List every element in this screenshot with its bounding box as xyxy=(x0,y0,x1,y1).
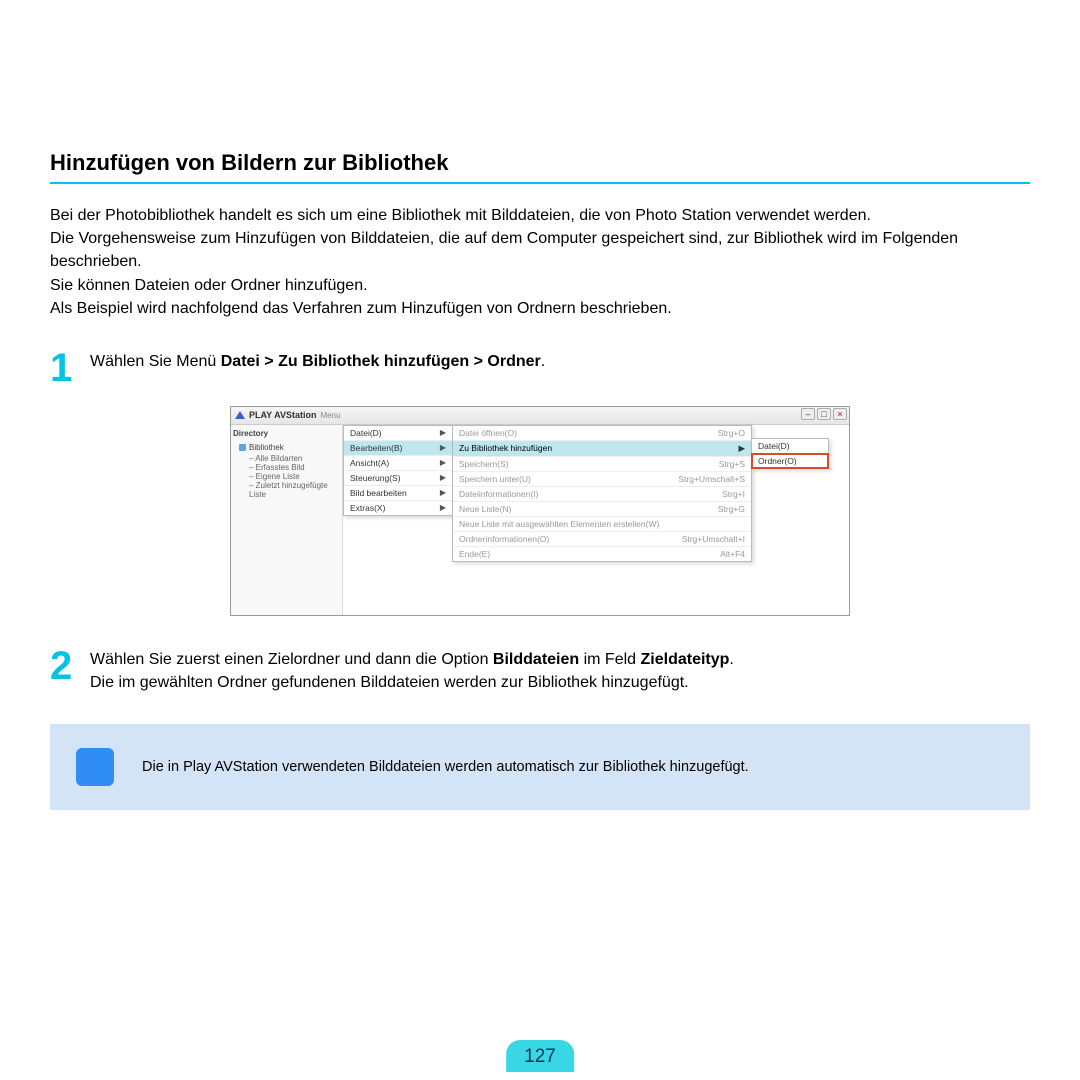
sidebar-item[interactable]: – Eigene Liste xyxy=(233,472,340,481)
sidebar-item[interactable]: – Zuletzt hinzugefügte Liste xyxy=(233,481,340,499)
intro-text: Bei der Photobibliothek handelt es sich … xyxy=(50,204,1030,320)
step-2-t1a: Wählen Sie zuerst einen Zielordner und d… xyxy=(90,651,493,668)
menu2-label: Neue Liste mit ausgewählten Elementen er… xyxy=(459,519,659,529)
menu2-item-zu-bibliothek[interactable]: Zu Bibliothek hinzufügen ▶ xyxy=(453,441,751,457)
menu-level-2: Datei öffnen(O) Strg+O Zu Bibliothek hinz… xyxy=(452,425,752,562)
menu1-item-ansicht[interactable]: Ansicht(A) ▶ xyxy=(344,456,452,471)
step-1-post: . xyxy=(541,353,545,370)
menu2-item[interactable]: Neue Liste mit ausgewählten Elementen er… xyxy=(453,517,751,532)
menu2-label: Ende(E) xyxy=(459,549,490,559)
menu3-item-ordner[interactable]: Ordner(O) xyxy=(752,454,828,468)
menu1-label: Steuerung(S) xyxy=(350,473,401,483)
section-title: Hinzufügen von Bildern zur Bibliothek xyxy=(50,150,1030,176)
menu2-shortcut: Strg+Umschalt+I xyxy=(682,534,745,544)
step-2-t1c: im Feld xyxy=(579,651,640,668)
menu1-label: Bild bearbeiten xyxy=(350,488,407,498)
page-number: 127 xyxy=(506,1040,574,1072)
intro-p2: Die Vorgehensweise zum Hinzufügen von Bi… xyxy=(50,227,1030,273)
menu2-shortcut: Alt+F4 xyxy=(720,549,745,559)
chevron-right-icon: ▶ xyxy=(440,503,446,512)
menu2-label: Zu Bibliothek hinzufügen xyxy=(459,443,552,454)
step-1-number: 1 xyxy=(50,348,90,388)
menu2-label: Neue Liste(N) xyxy=(459,504,511,514)
step-2-t1e: . xyxy=(729,651,733,668)
menu1-item-bearbeiten[interactable]: Bearbeiten(B) ▶ xyxy=(344,441,452,456)
menu2-label: Speichern unter(U) xyxy=(459,474,531,484)
step-1-text: Wählen Sie Menü Datei > Zu Bibliothek hi… xyxy=(90,348,545,373)
step-2-text: Wählen Sie zuerst einen Zielordner und d… xyxy=(90,646,734,694)
menu2-item[interactable]: Speichern(S) Strg+S xyxy=(453,457,751,472)
step-1: 1 Wählen Sie Menü Datei > Zu Bibliothek … xyxy=(50,348,1030,388)
note-icon xyxy=(76,748,114,786)
section-rule xyxy=(50,182,1030,184)
menu2-item[interactable]: Speichern unter(U) Strg+Umschalt+S xyxy=(453,472,751,487)
sidebar-root-label: Bibliothek xyxy=(249,443,284,452)
chevron-right-icon: ▶ xyxy=(440,458,446,467)
menu2-label: Datei öffnen(O) xyxy=(459,428,517,438)
menu1-item-bild-bearbeiten[interactable]: Bild bearbeiten ▶ xyxy=(344,486,452,501)
menu2-label: Ordnerinformationen(O) xyxy=(459,534,549,544)
step-2-bold-2: Zieldateityp xyxy=(641,651,730,668)
menu2-shortcut: Strg+I xyxy=(722,489,745,499)
menu-label[interactable]: Menu xyxy=(321,411,341,420)
menu1-item-extras[interactable]: Extras(X) ▶ xyxy=(344,501,452,515)
minimize-button[interactable]: – xyxy=(801,408,815,420)
step-1-pre: Wählen Sie Menü xyxy=(90,353,221,370)
menu2-shortcut: Strg+G xyxy=(718,504,745,514)
menu2-item[interactable]: Ordnerinformationen(O) Strg+Umschalt+I xyxy=(453,532,751,547)
close-button[interactable]: × xyxy=(833,408,847,420)
chevron-right-icon: ▶ xyxy=(440,488,446,497)
sidebar-item[interactable]: – Erfasstes Bild xyxy=(233,463,340,472)
maximize-button[interactable]: □ xyxy=(817,408,831,420)
directory-label: Directory xyxy=(233,429,340,438)
sidebar: Directory Bibliothek – Alle Bildarten – … xyxy=(231,425,343,615)
menu2-item[interactable]: Datei öffnen(O) Strg+O xyxy=(453,426,751,441)
step-2-number: 2 xyxy=(50,646,90,686)
app-body: Directory Bibliothek – Alle Bildarten – … xyxy=(231,425,849,615)
chevron-right-icon: ▶ xyxy=(440,428,446,437)
step-2: 2 Wählen Sie zuerst einen Zielordner und… xyxy=(50,646,1030,694)
menu1-label: Datei(D) xyxy=(350,428,382,438)
step-1-bold: Datei > Zu Bibliothek hinzufügen > Ordne… xyxy=(221,353,541,370)
note-text: Die in Play AVStation verwendeten Bildda… xyxy=(142,759,749,775)
folder-icon xyxy=(239,444,246,451)
note-box: Die in Play AVStation verwendeten Bildda… xyxy=(50,724,1030,810)
chevron-right-icon: ▶ xyxy=(738,443,745,454)
window-buttons: – □ × xyxy=(801,408,847,420)
menu2-label: Dateiinformationen(I) xyxy=(459,489,538,499)
menu2-shortcut: Strg+S xyxy=(719,459,745,469)
menu-level-3: Datei(D) Ordner(O) xyxy=(751,438,829,469)
step-2-line2: Die im gewählten Ordner gefundenen Bildd… xyxy=(90,671,734,694)
sidebar-item[interactable]: – Alle Bildarten xyxy=(233,454,340,463)
menu1-label: Ansicht(A) xyxy=(350,458,389,468)
menu2-item[interactable]: Dateiinformationen(I) Strg+I xyxy=(453,487,751,502)
menu2-item[interactable]: Neue Liste(N) Strg+G xyxy=(453,502,751,517)
chevron-right-icon: ▶ xyxy=(440,443,446,452)
menu-level-1: Datei(D) ▶ Bearbeiten(B) ▶ Ansicht(A) ▶ Ste… xyxy=(343,425,453,516)
app-title: PLAY AVStation xyxy=(249,410,317,420)
main-area: Datei(D) ▶ Bearbeiten(B) ▶ Ansicht(A) ▶ Ste… xyxy=(343,425,849,615)
menu1-item-steuerung[interactable]: Steuerung(S) ▶ xyxy=(344,471,452,486)
sidebar-root[interactable]: Bibliothek xyxy=(233,442,340,454)
menu2-shortcut: Strg+Umschalt+S xyxy=(678,474,745,484)
menu1-item-datei[interactable]: Datei(D) ▶ xyxy=(344,426,452,441)
step-2-bold-1: Bilddateien xyxy=(493,651,579,668)
intro-p1: Bei der Photobibliothek handelt es sich … xyxy=(50,204,1030,227)
menu1-label: Bearbeiten(B) xyxy=(350,443,402,453)
app-window: PLAY AVStation Menu – □ × Directory Bibl… xyxy=(230,406,850,616)
titlebar: PLAY AVStation Menu – □ × xyxy=(231,407,849,425)
intro-p4: Als Beispiel wird nachfolgend das Verfah… xyxy=(50,297,1030,320)
intro-p3: Sie können Dateien oder Ordner hinzufüge… xyxy=(50,274,1030,297)
menu2-item[interactable]: Ende(E) Alt+F4 xyxy=(453,547,751,561)
app-logo-icon xyxy=(235,411,245,419)
menu3-item-datei[interactable]: Datei(D) xyxy=(752,439,828,454)
menu1-label: Extras(X) xyxy=(350,503,385,513)
menu2-shortcut: Strg+O xyxy=(718,428,745,438)
menu2-label: Speichern(S) xyxy=(459,459,509,469)
chevron-right-icon: ▶ xyxy=(440,473,446,482)
